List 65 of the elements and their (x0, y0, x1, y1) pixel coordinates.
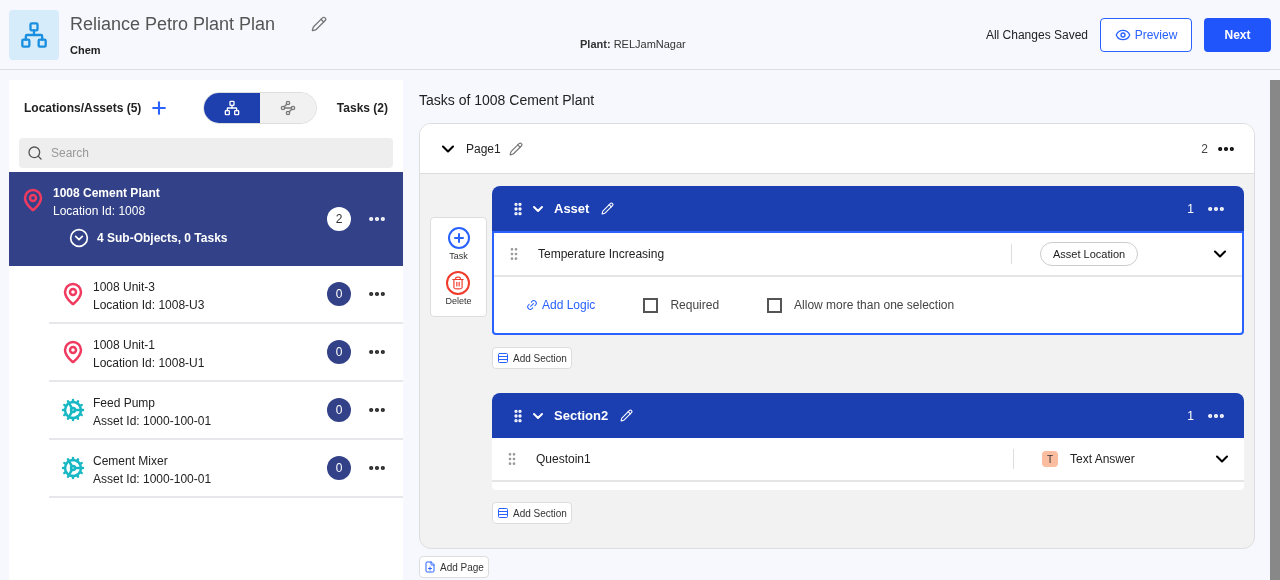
panel-title: Locations/Assets (5) (24, 100, 142, 117)
tasks-count: Tasks (2) (336, 100, 388, 117)
next-button[interactable]: Next (1204, 17, 1271, 52)
tree-view-toggle[interactable] (204, 93, 261, 123)
section-icon (497, 352, 509, 364)
count-badge: 0 (327, 340, 351, 364)
question-card[interactable]: Questoin1 T Text Answer (492, 438, 1244, 490)
checkbox-label: Required (670, 297, 720, 314)
section-name: Section2 (554, 406, 609, 425)
item-id: Location Id: 1008 (53, 203, 147, 220)
route-icon (280, 100, 297, 116)
expand-icon[interactable] (69, 228, 89, 248)
plant-name: Plant: RELJamNagar (580, 37, 686, 53)
preview-button[interactable]: Preview (1100, 17, 1192, 52)
page-add-icon (424, 561, 436, 573)
section-name: Asset (554, 199, 590, 218)
question-card[interactable]: Temperature Increasing Asset Location Add Logic Required Allow more than one selection (492, 231, 1244, 335)
add-section-button[interactable]: Add Section (492, 347, 572, 369)
location-pin-icon (21, 188, 45, 212)
item-id: Asset Id: 1000-100-01 (93, 413, 213, 430)
section-icon (497, 507, 509, 519)
scrollbar[interactable] (1270, 80, 1280, 580)
gears-icon (61, 456, 85, 480)
count-badge: 0 (327, 456, 351, 480)
question-text: Questoin1 (536, 451, 592, 468)
item-name: Cement Mixer (93, 453, 169, 470)
plan-title: Reliance Petro Plant Plan (70, 12, 276, 36)
response-type[interactable]: Text Answer (1070, 450, 1135, 468)
location-pin-icon (61, 340, 85, 364)
tree-icon (224, 100, 241, 116)
count-badge: 2 (327, 207, 351, 231)
edit-icon[interactable] (311, 16, 328, 33)
question-count: 2 (1201, 140, 1208, 158)
text-type-badge: T (1042, 451, 1058, 467)
location-list-item[interactable]: 1008 Cement Plant Location Id: 1008 4 Sub-Objects, 0 Tasks 2 (9, 172, 403, 266)
item-name: 1008 Cement Plant (53, 185, 161, 202)
checkbox[interactable] (767, 297, 783, 313)
tasks-heading: Tasks of 1008 Cement Plant (419, 91, 596, 110)
item-id: Asset Id: 1000-100-01 (93, 471, 213, 488)
checkbox-label: Allow more than one selection (794, 297, 955, 314)
item-id: Location Id: 1008-U1 (93, 355, 206, 372)
search-icon (27, 145, 43, 161)
item-name: 1008 Unit-1 (93, 337, 157, 354)
count-badge: 0 (327, 398, 351, 422)
question-count: 1 (1187, 407, 1194, 425)
checkbox[interactable] (643, 297, 659, 313)
count-badge: 0 (327, 282, 351, 306)
save-status: All Changes Saved (985, 26, 1088, 44)
search-field[interactable]: Search (19, 138, 393, 168)
item-name: 1008 Unit-3 (93, 279, 157, 296)
add-logic-link[interactable]: Add Logic (526, 296, 596, 314)
item-name: Feed Pump (93, 395, 157, 412)
plan-subtitle: Chem (70, 42, 102, 58)
add-section-button[interactable]: Add Section (492, 502, 572, 524)
flow-view-toggle[interactable] (260, 93, 317, 123)
gears-icon (61, 398, 85, 422)
sub-objects-summary: 4 Sub-Objects, 0 Tasks (97, 230, 228, 247)
question-count: 1 (1187, 200, 1194, 218)
question-text: Temperature Increasing (538, 246, 666, 263)
add-page-button[interactable]: Add Page (419, 556, 489, 578)
plan-logo-icon (9, 9, 59, 60)
edit-icon[interactable] (508, 141, 523, 156)
location-pin-icon (61, 282, 85, 306)
item-id: Location Id: 1008-U3 (93, 297, 206, 314)
page-name: Page1 (466, 140, 501, 158)
